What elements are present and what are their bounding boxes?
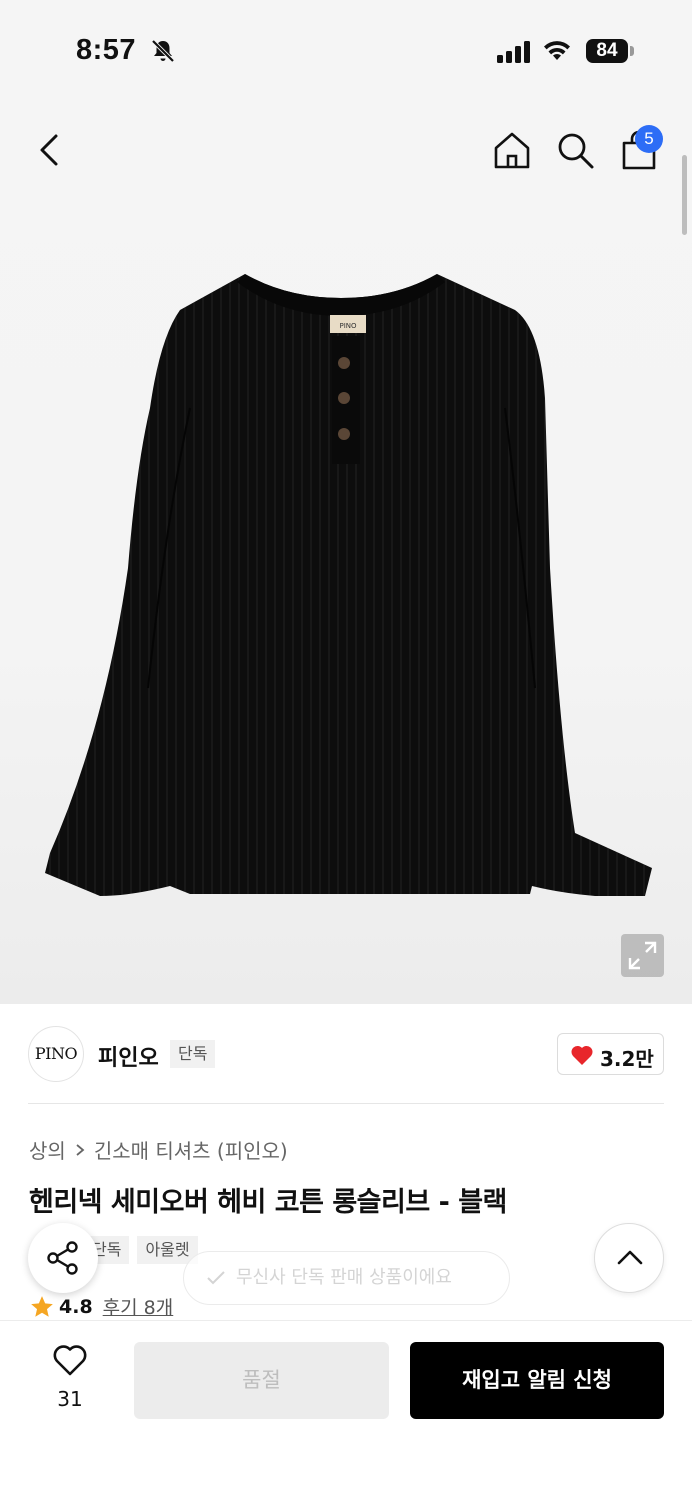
- status-bar: 8:57 84: [0, 0, 692, 100]
- heart-outline-icon: [53, 1345, 87, 1376]
- wishlist-count: 31: [57, 1387, 83, 1411]
- clock: 8:57: [76, 34, 137, 66]
- brand-like-count: 3.2만: [600, 1047, 654, 1071]
- product-title: 헨리넥 세미오버 헤비 코튼 롱슬리브 - 블랙: [29, 1187, 507, 1218]
- home-icon[interactable]: [492, 130, 532, 170]
- brand-logo[interactable]: PINO: [28, 1026, 84, 1082]
- breadcrumb: 상의 긴소매 티셔츠 (피인오): [29, 1135, 288, 1164]
- battery-cap: [630, 46, 634, 56]
- restock-alert-button[interactable]: 재입고 알림 신청: [410, 1342, 664, 1419]
- share-button[interactable]: [28, 1223, 98, 1293]
- scrollbar[interactable]: [682, 155, 687, 235]
- signal-icon: [497, 41, 530, 63]
- review-link[interactable]: 후기 8개: [103, 1293, 174, 1320]
- scroll-top-button[interactable]: [594, 1223, 664, 1293]
- product-tags: 단독 아울렛: [84, 1236, 198, 1264]
- exclusive-toast: 무신사 단독 판매 상품이에요: [183, 1251, 510, 1305]
- rating: 4.8 후기 8개: [29, 1293, 173, 1320]
- breadcrumb-subcategory[interactable]: 긴소매 티셔츠 (피인오): [94, 1135, 288, 1164]
- check-icon: [207, 1271, 225, 1285]
- brand-name[interactable]: 피인오: [98, 1040, 159, 1072]
- back-arrow-icon[interactable]: [30, 130, 70, 170]
- share-icon: [47, 1241, 78, 1275]
- breadcrumb-category[interactable]: 상의: [29, 1135, 66, 1164]
- wifi-icon: [544, 41, 570, 60]
- brand-like-button[interactable]: 3.2만: [557, 1033, 664, 1075]
- cart-count-badge[interactable]: 5: [635, 125, 663, 153]
- battery-icon: 84: [586, 39, 628, 63]
- exclusive-badge: 단독: [170, 1040, 216, 1068]
- product-photo: PINO: [45, 274, 652, 896]
- chevron-up-icon: [617, 1250, 643, 1265]
- heart-filled-icon: [571, 1045, 593, 1065]
- toast-text: 무신사 단독 판매 상품이에요: [236, 1267, 452, 1288]
- rating-score: 4.8: [59, 1295, 93, 1318]
- search-icon[interactable]: [555, 130, 595, 170]
- clothing-label: PINO: [339, 322, 357, 330]
- soldout-button[interactable]: 품절: [134, 1342, 389, 1419]
- expand-icon[interactable]: [621, 934, 664, 977]
- chevron-right-icon: [76, 1143, 85, 1156]
- wishlist-button[interactable]: 31: [44, 1343, 96, 1413]
- divider: [28, 1103, 664, 1104]
- star-icon: [31, 1295, 53, 1317]
- bell-slash-icon: [151, 39, 175, 63]
